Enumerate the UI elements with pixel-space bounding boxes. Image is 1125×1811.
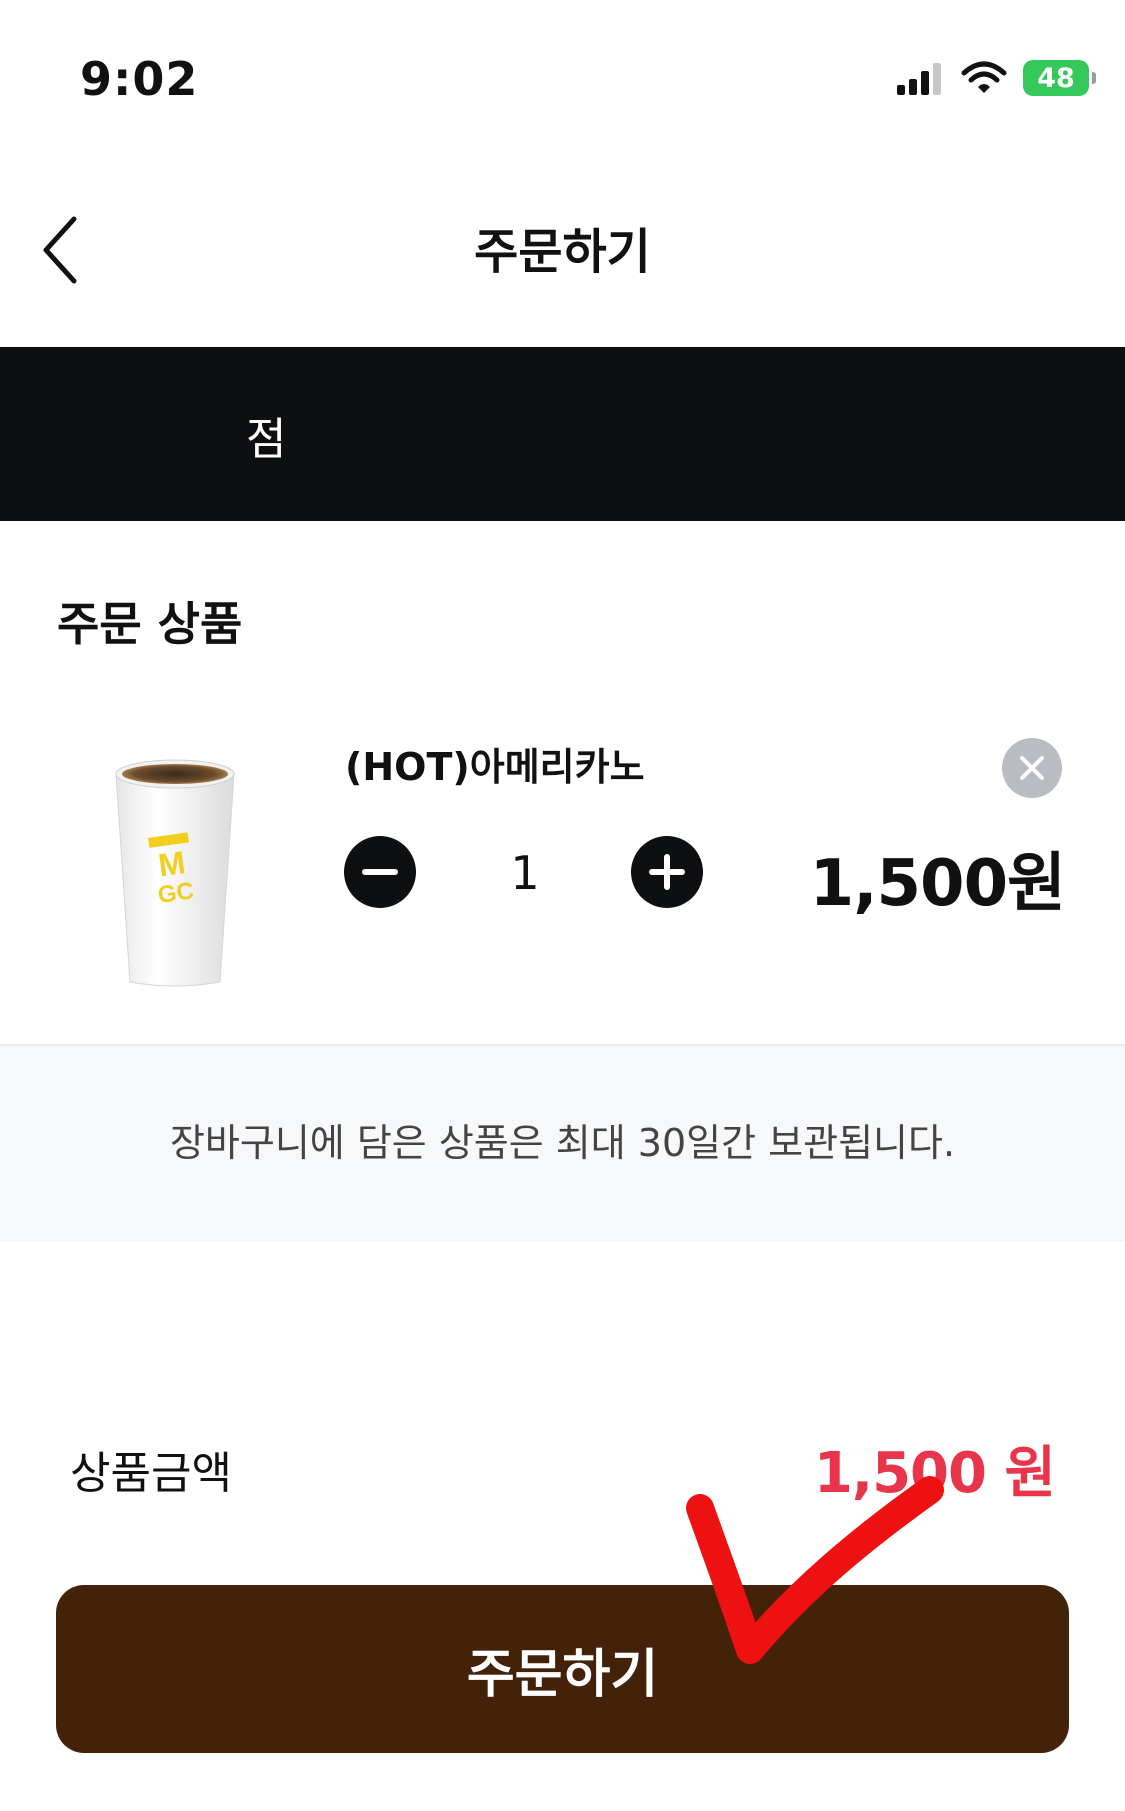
quantity-value: 1 bbox=[510, 846, 540, 900]
increase-quantity-button[interactable] bbox=[631, 836, 703, 908]
cart-notice: 장바구니에 담은 상품은 최대 30일간 보관됩니다. bbox=[0, 1044, 1125, 1242]
plus-icon bbox=[649, 854, 685, 890]
notice-text: 장바구니에 담은 상품은 최대 30일간 보관됩니다. bbox=[169, 1121, 956, 1165]
remove-item-button[interactable] bbox=[1002, 738, 1062, 798]
cellular-signal-icon bbox=[897, 63, 941, 95]
minus-icon bbox=[362, 869, 398, 875]
wifi-icon bbox=[961, 61, 1007, 93]
status-time: 9:02 bbox=[80, 52, 199, 106]
product-name: (HOT)아메리카노 bbox=[345, 745, 645, 789]
store-banner: 점 bbox=[0, 347, 1125, 521]
svg-text:GC: GC bbox=[156, 877, 195, 909]
store-name: 점 bbox=[246, 414, 287, 465]
order-button[interactable]: 주문하기 bbox=[56, 1585, 1069, 1753]
section-title: 주문 상품 bbox=[57, 597, 243, 651]
total-price: 1,500 원 bbox=[813, 1441, 1056, 1506]
close-icon bbox=[1020, 756, 1044, 780]
decrease-quantity-button[interactable] bbox=[344, 836, 416, 908]
nav-bar: 주문하기 bbox=[0, 170, 1125, 330]
page-title: 주문하기 bbox=[474, 224, 651, 280]
status-bar: 9:02 48 bbox=[0, 0, 1125, 150]
status-icons: 48 bbox=[895, 60, 1096, 96]
order-page: 9:02 48 주문하기 점 주문 상품 M GC (HOT)아메리카노 1 1… bbox=[0, 0, 1125, 1811]
cart-item: M GC (HOT)아메리카노 1 1,500원 bbox=[0, 720, 1125, 987]
battery-icon: 48 bbox=[1023, 60, 1096, 96]
order-button-label: 주문하기 bbox=[466, 1644, 659, 1705]
coffee-cup-image: M GC bbox=[115, 759, 235, 987]
item-price: 1,500원 bbox=[809, 847, 1066, 921]
battery-level: 48 bbox=[1037, 62, 1075, 94]
total-label: 상품금액 bbox=[70, 1448, 232, 1499]
